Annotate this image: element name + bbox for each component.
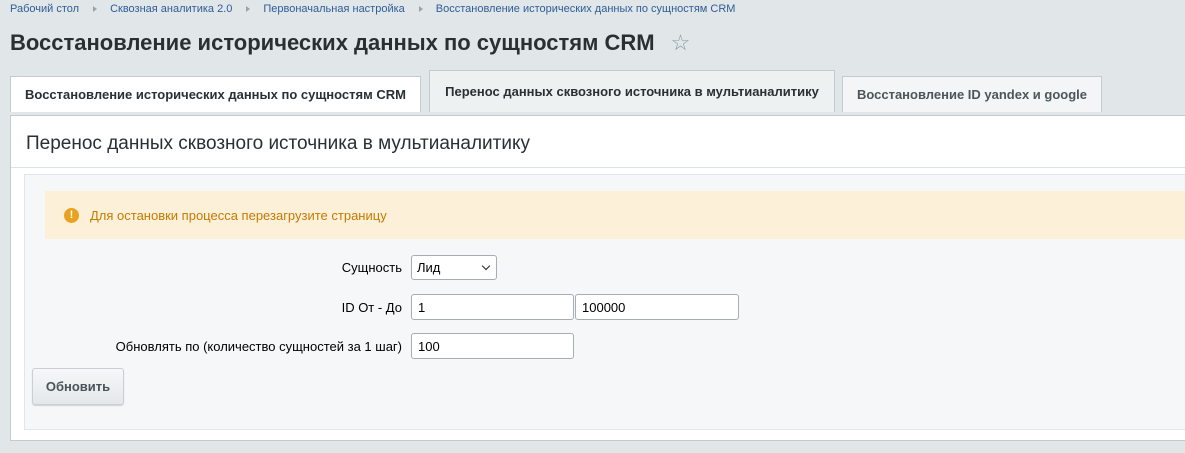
star-icon[interactable]: ☆	[671, 32, 691, 54]
step-input[interactable]	[411, 333, 574, 359]
warning-text: Для остановки процесса перезагрузите стр…	[90, 207, 387, 223]
page-title-text: Восстановление исторических данных по су…	[10, 30, 655, 55]
step-label: Обновлять по (количество сущностей за 1 …	[115, 338, 402, 354]
breadcrumb-arrow-icon	[93, 6, 98, 12]
breadcrumb-item-desktop[interactable]: Рабочий стол	[10, 3, 79, 15]
update-button[interactable]: Обновить	[32, 368, 124, 405]
tab-label: Восстановление ID yandex и google	[856, 87, 1088, 102]
tab-restore-yandex-google-id[interactable]: Восстановление ID yandex и google	[842, 76, 1102, 112]
tab-label: Перенос данных сквозного источника в мул…	[445, 84, 819, 99]
page-title: Восстановление исторических данных по су…	[10, 30, 690, 56]
breadcrumb-arrow-icon	[418, 6, 423, 12]
chevron-down-icon	[481, 261, 491, 270]
step-row: Обновлять по (количество сущностей за 1 …	[25, 333, 574, 359]
panel-title: Перенос данных сквозного источника в мул…	[26, 133, 530, 154]
tab-transfer-source[interactable]: Перенос данных сквозного источника в мул…	[429, 70, 835, 112]
warning-alert: ! Для остановки процесса перезагрузите с…	[45, 191, 1185, 239]
tab-restore-history[interactable]: Восстановление исторических данных по су…	[10, 76, 421, 112]
breadcrumb-arrow-icon	[246, 6, 251, 12]
id-from-input[interactable]	[411, 294, 574, 320]
breadcrumb-item-current[interactable]: Восстановление исторических данных по су…	[436, 3, 736, 15]
breadcrumb: Рабочий стол Сквозная аналитика 2.0 Перв…	[10, 2, 735, 16]
warning-icon: !	[64, 207, 79, 223]
id-range-row: ID От - До	[25, 294, 739, 320]
breadcrumb-item-initial-setup[interactable]: Первоначальная настройка	[263, 3, 404, 15]
id-to-input[interactable]	[575, 294, 739, 320]
entity-label: Сущность	[341, 260, 402, 275]
id-range-label: ID От - До	[341, 299, 402, 315]
tab-panel: Перенос данных сквозного источника в мул…	[10, 115, 1185, 441]
panel-header: Перенос данных сквозного источника в мул…	[11, 116, 1185, 168]
tab-label: Восстановление исторических данных по су…	[25, 87, 406, 102]
form-area: ! Для остановки процесса перезагрузите с…	[24, 174, 1185, 430]
breadcrumb-item-analytics[interactable]: Сквозная аналитика 2.0	[110, 3, 232, 15]
entity-select-value: Лид	[417, 260, 441, 275]
entity-row: Сущность Лид	[25, 255, 497, 280]
entity-select[interactable]: Лид	[411, 255, 497, 280]
